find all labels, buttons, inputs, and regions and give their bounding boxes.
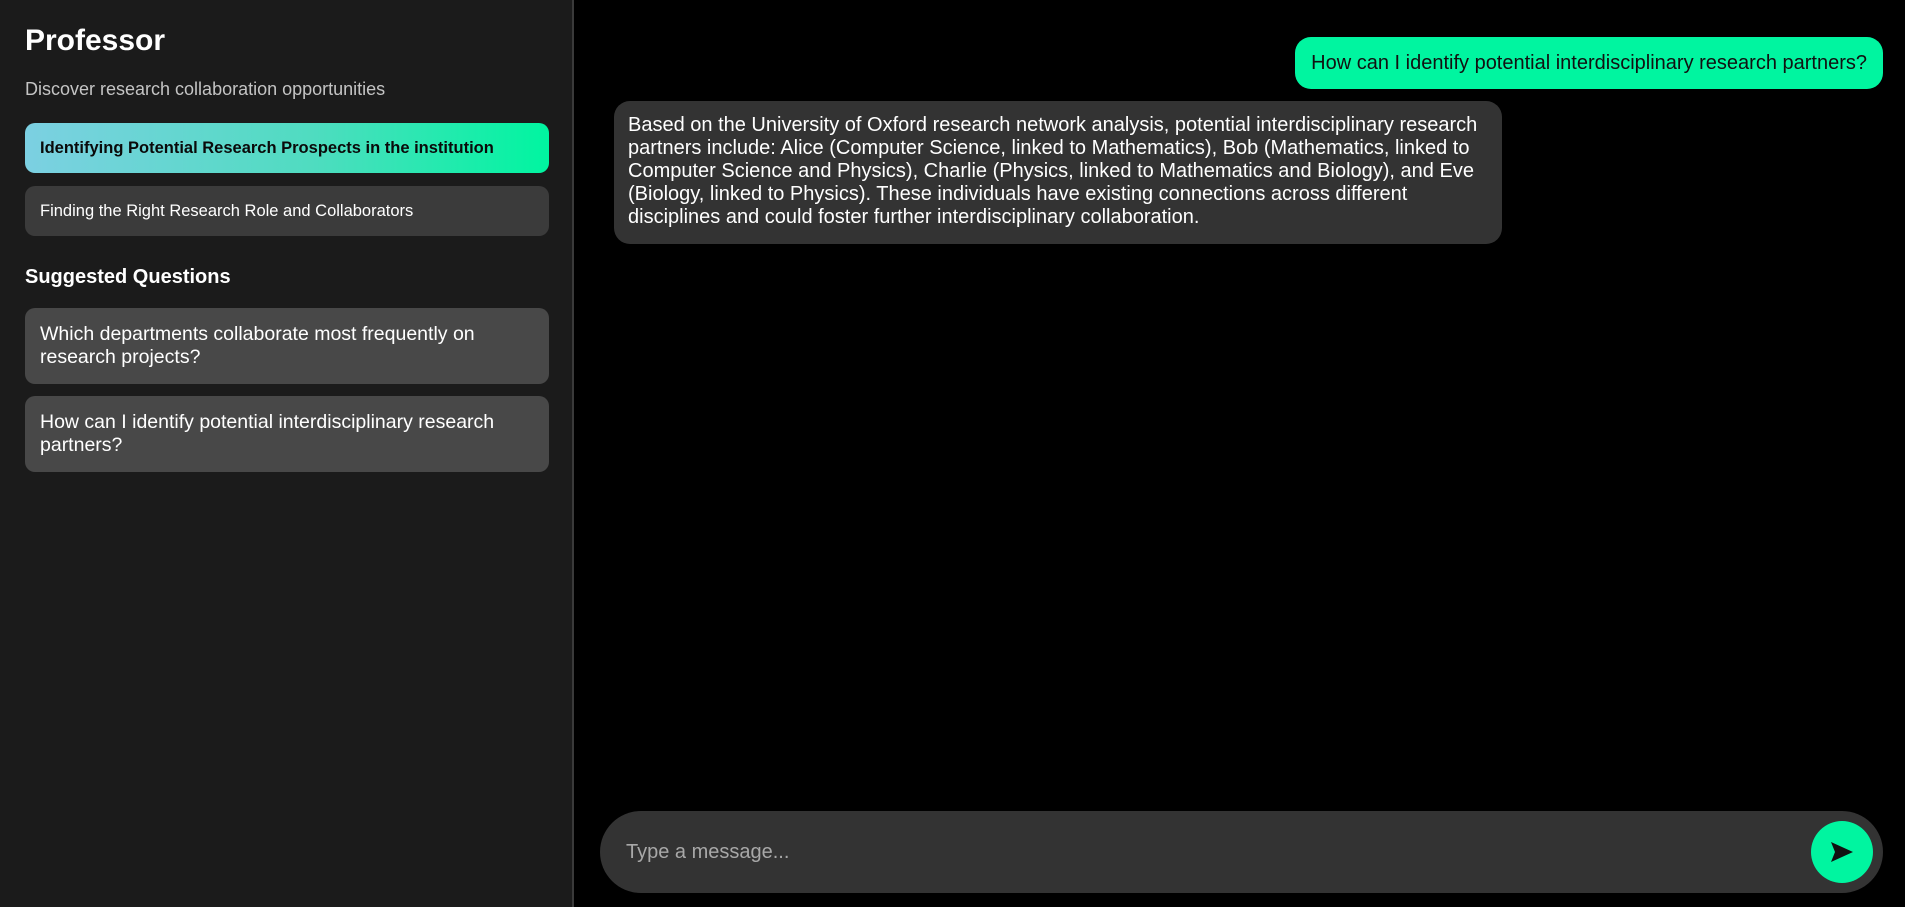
suggested-questions-heading: Suggested Questions (25, 266, 231, 288)
suggested-questions-list: Which departments collaborate most frequ… (25, 308, 549, 472)
topic-item-research-prospects[interactable]: Identifying Potential Research Prospects… (25, 123, 549, 173)
sidebar: Professor Discover research collaboratio… (0, 0, 574, 907)
message-list: How can I identify potential interdiscip… (574, 37, 1905, 256)
send-button[interactable] (1811, 821, 1873, 883)
topic-item-label: Identifying Potential Research Prospects… (40, 138, 494, 157)
user-message-bubble: How can I identify potential interdiscip… (1295, 37, 1883, 89)
message-input[interactable] (626, 840, 1811, 864)
topic-item-label: Finding the Right Research Role and Coll… (40, 201, 414, 220)
app-subtitle: Discover research collaboration opportun… (25, 79, 386, 99)
message-row-assistant: Based on the University of Oxford resear… (614, 101, 1883, 244)
message-row-user: How can I identify potential interdiscip… (614, 37, 1883, 89)
assistant-message-bubble: Based on the University of Oxford resear… (614, 101, 1502, 244)
chat-main: How can I identify potential interdiscip… (574, 0, 1905, 907)
topic-item-research-role[interactable]: Finding the Right Research Role and Coll… (25, 186, 549, 236)
suggested-question-item[interactable]: Which departments collaborate most frequ… (25, 308, 549, 384)
message-composer (600, 811, 1883, 893)
send-arrow-icon (1831, 842, 1853, 862)
app-root: Professor Discover research collaboratio… (0, 0, 1905, 907)
suggested-question-item[interactable]: How can I identify potential interdiscip… (25, 396, 549, 472)
topic-list: Identifying Potential Research Prospects… (25, 123, 549, 236)
app-title: Professor (25, 24, 166, 57)
